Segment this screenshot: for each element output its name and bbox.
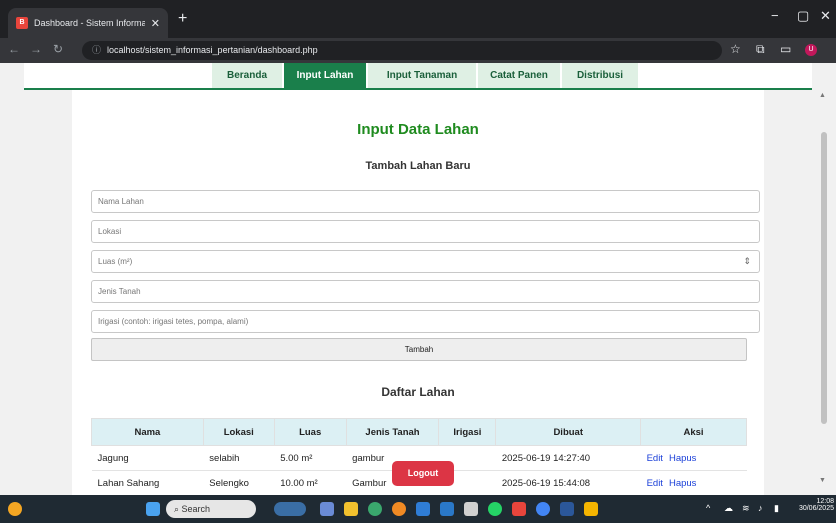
scrollbar-thumb[interactable] xyxy=(821,132,827,424)
column-header: Nama xyxy=(91,418,204,446)
site-info-icon[interactable]: ⓘ xyxy=(92,45,101,55)
battery-icon[interactable]: ▮ xyxy=(774,503,779,514)
column-header: Irigasi xyxy=(438,418,497,446)
cell-lokasi: Selengko xyxy=(203,470,275,496)
url-bar[interactable]: ⓘ localhost/sistem_informasi_pertanian/da… xyxy=(82,41,722,60)
form-title: Tambah Lahan Baru xyxy=(365,160,471,172)
vscode-icon[interactable] xyxy=(440,502,454,516)
new-tab-icon[interactable]: + xyxy=(178,10,187,28)
hapus-link[interactable]: Hapus xyxy=(669,453,696,464)
app-yellow-icon[interactable] xyxy=(584,502,598,516)
cell-nama: Jagung xyxy=(91,445,204,471)
store-icon[interactable] xyxy=(416,502,430,516)
favicon-icon: B xyxy=(16,17,28,29)
nav-catat-panen[interactable]: Catat Panen xyxy=(478,63,560,88)
chevron-up-icon[interactable]: ^ xyxy=(706,503,710,513)
clock[interactable]: 12:08 30/06/2025 xyxy=(788,498,834,512)
minimize-icon[interactable]: − xyxy=(771,8,779,23)
stepper-icon[interactable]: ⇕ xyxy=(743,251,751,272)
cell-aksi: Edit Hapus xyxy=(640,470,747,496)
hapus-link[interactable]: Hapus xyxy=(669,478,696,489)
clock-date: 30/06/2025 xyxy=(798,505,834,512)
close-tab-icon[interactable]: ✕ xyxy=(151,17,160,30)
page-title: Input Data Lahan xyxy=(357,121,479,138)
tab-title: Dashboard - Sistem Informasi xyxy=(34,18,145,28)
onedrive-icon[interactable]: ☁ xyxy=(724,503,733,514)
restore-icon[interactable]: ▢ xyxy=(797,8,809,24)
cell-lokasi: selabih xyxy=(203,445,275,471)
column-header: Luas xyxy=(273,418,347,446)
search-label: Search xyxy=(181,504,211,514)
scroll-down-icon[interactable]: ▼ xyxy=(819,477,826,484)
sidebar-icon[interactable]: ▭ xyxy=(780,42,791,56)
nav-beranda[interactable]: Beranda xyxy=(212,63,282,88)
app-red-icon[interactable] xyxy=(512,502,526,516)
word-icon[interactable] xyxy=(560,502,574,516)
cell-luas: 10.00 m² xyxy=(274,470,347,496)
file-explorer-icon[interactable] xyxy=(344,502,358,516)
back-icon[interactable]: ← xyxy=(8,42,20,56)
column-header: Aksi xyxy=(640,418,747,446)
jenis-tanah-input[interactable]: Jenis Tanah xyxy=(91,280,760,303)
browser-tab[interactable]: B Dashboard - Sistem Informasi ✕ xyxy=(8,8,168,38)
cell-nama: Lahan Sahang xyxy=(91,470,204,496)
task-view-icon[interactable] xyxy=(320,502,334,516)
column-header: Dibuat xyxy=(495,418,642,446)
column-header: Lokasi xyxy=(202,418,275,446)
edit-link[interactable]: Edit xyxy=(647,453,663,464)
chrome-icon[interactable] xyxy=(536,502,550,516)
firefox-icon[interactable] xyxy=(392,502,406,516)
clock-time: 12:08 xyxy=(816,498,834,505)
luas-input[interactable]: Luas (m²) ⇕ xyxy=(91,250,760,273)
lokasi-input[interactable]: Lokasi xyxy=(91,220,760,243)
app-icon[interactable] xyxy=(464,502,478,516)
cell-aksi: Edit Hapus xyxy=(640,445,747,471)
tambah-button[interactable]: Tambah xyxy=(91,338,747,361)
irigasi-input[interactable]: Irigasi (contoh: irigasi tetes, pompa, a… xyxy=(91,310,760,333)
nav-input-tanaman[interactable]: Input Tanaman xyxy=(368,63,476,88)
cell-luas: 5.00 m² xyxy=(274,445,347,471)
list-title: Daftar Lahan xyxy=(381,385,455,399)
reload-icon[interactable]: ↻ xyxy=(53,42,63,56)
logout-button[interactable]: Logout xyxy=(392,461,454,486)
column-header: Jenis Tanah xyxy=(345,418,440,446)
profile-avatar[interactable]: U xyxy=(805,44,817,56)
table-header-row: Nama Lokasi Luas Jenis Tanah Irigasi Dib… xyxy=(91,418,747,446)
bookmark-star-icon[interactable]: ☆ xyxy=(730,42,741,56)
edge-icon[interactable] xyxy=(368,502,382,516)
start-icon[interactable] xyxy=(146,502,160,516)
edit-link[interactable]: Edit xyxy=(647,478,663,489)
volume-icon[interactable]: ♪ xyxy=(758,503,763,513)
wifi-icon[interactable]: ≋ xyxy=(742,503,750,514)
extensions-icon[interactable]: ⧉ xyxy=(756,42,765,57)
weather-icon[interactable] xyxy=(8,502,22,516)
nama-lahan-input[interactable]: Nama Lahan xyxy=(91,190,760,213)
luas-placeholder: Luas (m²) xyxy=(98,257,133,266)
nav-input-lahan[interactable]: Input Lahan xyxy=(284,63,366,88)
whatsapp-icon[interactable] xyxy=(488,502,502,516)
url-text: localhost/sistem_informasi_pertanian/das… xyxy=(107,45,318,55)
forward-icon[interactable]: → xyxy=(30,42,42,56)
nav-distribusi[interactable]: Distribusi xyxy=(562,63,638,88)
cell-dibuat: 2025-06-19 15:44:08 xyxy=(495,470,641,496)
close-window-icon[interactable]: ✕ xyxy=(820,8,831,24)
widgets-icon[interactable] xyxy=(274,502,306,516)
scroll-up-icon[interactable]: ▲ xyxy=(819,92,826,99)
taskbar-search[interactable]: ⌕ Search xyxy=(166,500,256,518)
cell-dibuat: 2025-06-19 14:27:40 xyxy=(495,445,641,471)
